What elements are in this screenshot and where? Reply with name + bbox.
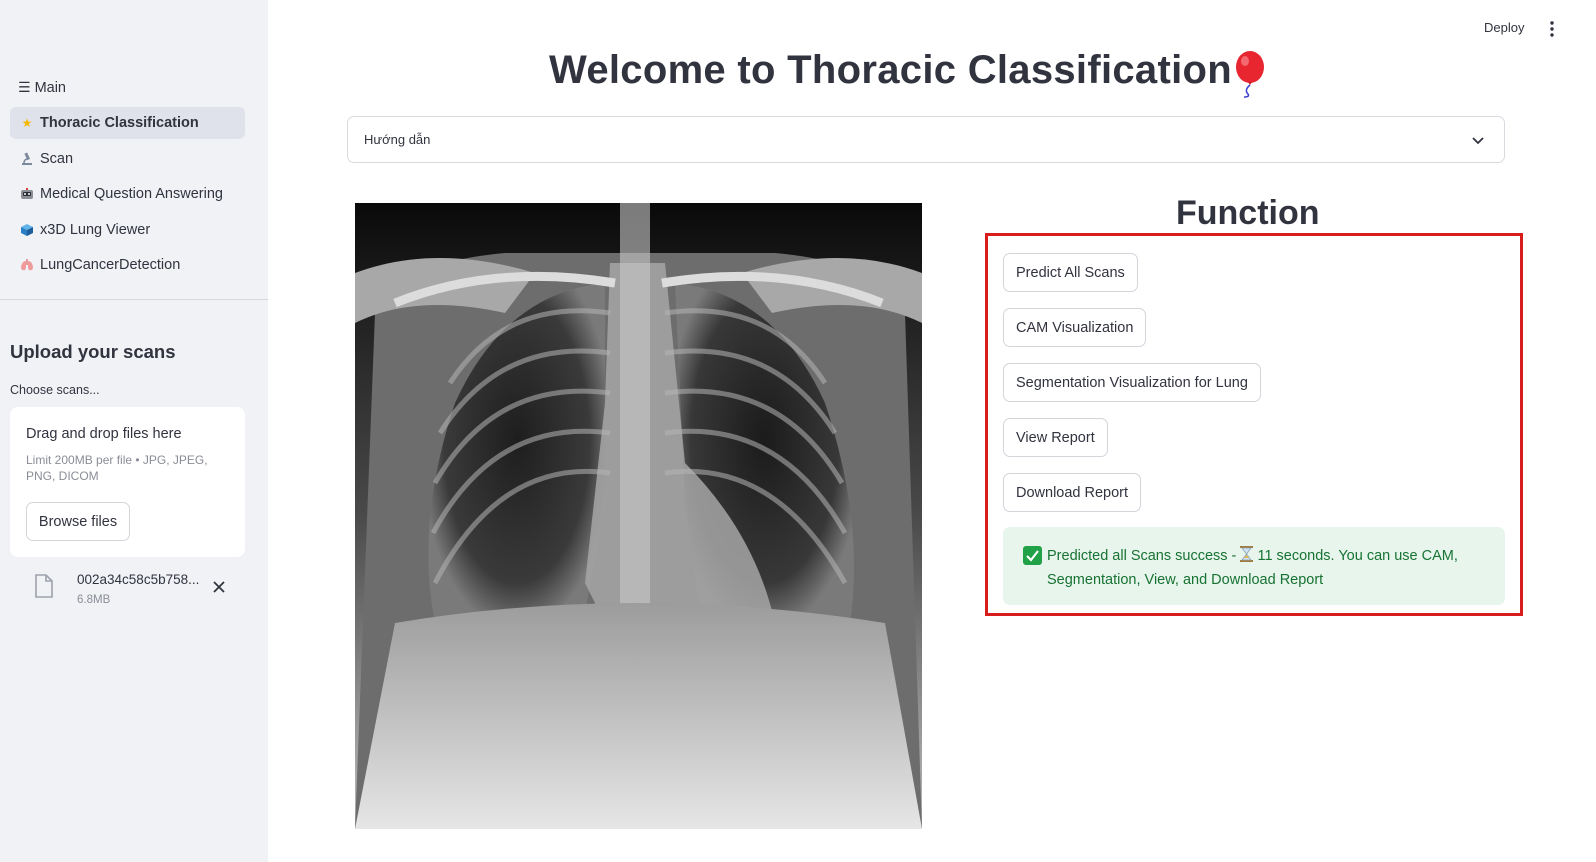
sidebar-item-label: Scan <box>40 150 74 167</box>
predict-all-scans-button[interactable]: Predict All Scans <box>1003 253 1138 292</box>
sidebar-item-label: Medical Question Answering <box>40 186 223 202</box>
dropzone-title: Drag and drop files here <box>26 426 182 442</box>
sidebar-item-label: LungCancerDetection <box>40 257 181 273</box>
guide-expander[interactable]: Hướng dẫn <box>347 116 1505 163</box>
sidebar-item-lungcancerdetection[interactable]: LungCancerDetection <box>10 249 245 281</box>
balloon-icon <box>1236 51 1264 98</box>
file-dropzone[interactable]: Drag and drop files here Limit 200MB per… <box>10 407 245 557</box>
page-title: Welcome to Thoracic Classification <box>549 48 1232 92</box>
file-size: 6.8MB <box>77 594 111 606</box>
browse-files-button[interactable]: Browse files <box>26 502 130 541</box>
upload-title: Upload your scans <box>10 341 176 362</box>
menu-icon: ☰ <box>18 79 31 95</box>
checkbox-checked-icon <box>1023 546 1042 565</box>
lungs-icon <box>20 258 34 272</box>
sidebar-item-scan[interactable]: Scan <box>10 143 245 175</box>
close-icon[interactable] <box>210 578 228 596</box>
expander-label: Hướng dẫn <box>364 132 431 147</box>
upload-label: Choose scans... <box>10 383 100 397</box>
nav-list: ★ Thoracic Classification Scan Medical Q… <box>10 107 245 285</box>
file-icon <box>35 574 53 598</box>
sidebar: ☰ Main ★ Thoracic Classification Scan Me… <box>0 0 268 862</box>
view-report-button[interactable]: View Report <box>1003 418 1108 457</box>
sidebar-item-label: Thoracic Classification <box>40 115 199 131</box>
star-icon: ★ <box>21 116 33 130</box>
cube-icon <box>20 223 34 237</box>
segmentation-visualization-button[interactable]: Segmentation Visualization for Lung <box>1003 363 1261 402</box>
chest-xray-image <box>355 203 922 829</box>
sidebar-item-medical-question-answering[interactable]: Medical Question Answering <box>10 178 245 210</box>
microscope-icon <box>20 152 34 166</box>
success-text-part-1: Predicted all Scans success - <box>1047 548 1241 564</box>
cam-visualization-button[interactable]: CAM Visualization <box>1003 308 1147 347</box>
dropzone-limit-text: Limit 200MB per file • JPG, JPEG, PNG, D… <box>26 453 208 483</box>
chevron-down-icon <box>1472 137 1484 145</box>
uploaded-file: 002a34c58c5b758... 6.8MB <box>10 566 245 612</box>
more-menu-icon[interactable] <box>1547 20 1557 38</box>
sidebar-item-label: x3D Lung Viewer <box>40 221 151 238</box>
function-title: Function <box>1176 194 1320 232</box>
sidebar-item-thoracic-classification[interactable]: ★ Thoracic Classification <box>10 107 245 139</box>
sidebar-divider <box>0 299 268 300</box>
hourglass-icon <box>1240 546 1254 562</box>
success-message: Predicted all Scans success - 11 seconds… <box>1047 544 1477 592</box>
nav-header: ☰ Main <box>18 79 66 96</box>
download-report-button[interactable]: Download Report <box>1003 473 1142 512</box>
robot-icon <box>20 187 34 201</box>
nav-header-label: Main <box>34 79 66 96</box>
sidebar-item-x3d-lung-viewer[interactable]: x3D Lung Viewer <box>10 214 245 246</box>
success-alert: Predicted all Scans success - 11 seconds… <box>1003 527 1505 605</box>
deploy-button[interactable]: Deploy <box>1484 20 1524 35</box>
file-name: 002a34c58c5b758... <box>77 572 200 587</box>
